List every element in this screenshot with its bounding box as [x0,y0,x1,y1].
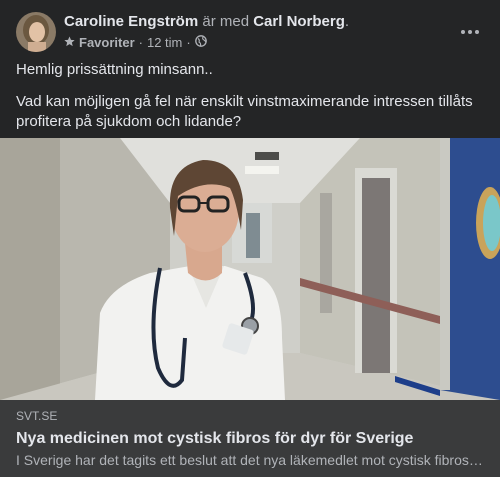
more-horizontal-icon [461,30,479,34]
link-description: I Sverige har det tagits ett beslut att … [16,452,484,468]
tagged-name[interactable]: Carl Norberg [253,13,345,30]
author-avatar[interactable] [16,12,56,52]
star-icon [64,34,75,52]
globe-icon[interactable] [194,34,207,52]
separator: · [186,35,191,50]
more-options-button[interactable] [456,18,484,46]
author-name[interactable]: Caroline Engström [64,13,198,30]
post-names: Caroline Engström är med Carl Norberg. [64,12,444,32]
separator: · [138,35,143,50]
with-text: är med [202,13,250,30]
post-paragraph: Vad kan möjligen gå fel när enskilt vins… [16,93,473,130]
post-paragraph: Hemlig prissättning minsann.. [16,61,213,78]
post-text: Hemlig prissättning minsann.. Vad kan mö… [16,60,486,144]
feed-post: Caroline Engström är med Carl Norberg. F… [0,0,500,477]
link-preview[interactable]: SVT.SE Nya medicinen mot cystisk fibros … [0,400,500,477]
tagged-suffix: . [344,13,350,30]
post-meta: Caroline Engström är med Carl Norberg. F… [64,12,444,52]
post-time[interactable]: 12 tim [147,34,182,52]
post-header: Caroline Engström är med Carl Norberg. F… [16,12,484,52]
link-title[interactable]: Nya medicinen mot cystisk fibros för dyr… [16,428,484,449]
post-subline: Favoriter · 12 tim · [64,34,444,52]
link-preview-image[interactable] [0,138,500,400]
link-domain: SVT.SE [16,409,58,423]
audience-label[interactable]: Favoriter [79,34,135,52]
